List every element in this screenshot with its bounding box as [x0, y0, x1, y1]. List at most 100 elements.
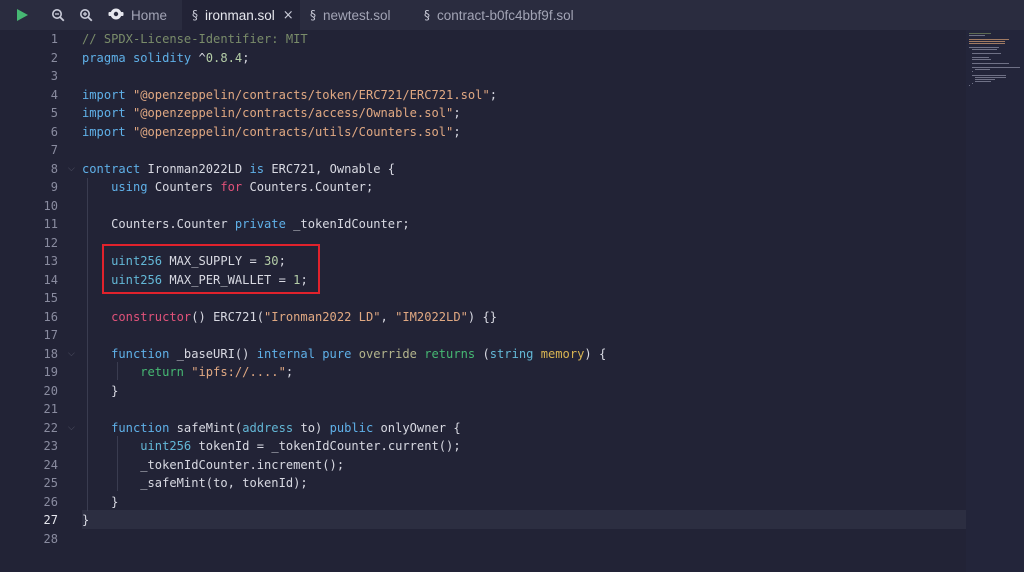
- file-icon: §: [310, 8, 316, 22]
- code-token: ERC721: [271, 161, 315, 176]
- fold-chevron-icon[interactable]: ⌵: [68, 345, 76, 364]
- tab-home[interactable]: Home: [100, 0, 182, 30]
- minimap-line: [975, 69, 991, 70]
- zoom-out-button[interactable]: [44, 0, 72, 30]
- minimap-line: [969, 41, 1006, 42]
- code-token: }: [82, 494, 119, 509]
- run-button[interactable]: [0, 0, 44, 30]
- code-token: Ownable: [329, 161, 381, 176]
- code-line[interactable]: uint256 tokenId = _tokenIdCounter.curren…: [82, 437, 461, 456]
- line-number: 5: [50, 106, 58, 120]
- code-line[interactable]: constructor() ERC721("Ironman2022 LD", "…: [82, 308, 497, 327]
- code-line[interactable]: }: [82, 493, 118, 512]
- minimap-line: [972, 53, 1001, 54]
- code-line[interactable]: }: [82, 382, 118, 401]
- code-line[interactable]: using Counters for Counters.Counter;: [82, 178, 373, 197]
- code-line[interactable]: function _baseURI() internal pure overri…: [82, 345, 606, 364]
- minimap-line: [975, 81, 992, 82]
- zoom-in-icon: [80, 9, 93, 22]
- line-number: 17: [43, 328, 58, 342]
- code-token: address: [242, 420, 294, 435]
- code-token: returns: [424, 346, 476, 361]
- code-line[interactable]: // SPDX-License-Identifier: MIT: [82, 30, 308, 49]
- code-token: (: [475, 346, 490, 361]
- line-number: 24: [43, 457, 58, 472]
- code-token: 0.8.4: [205, 50, 243, 65]
- code-line[interactable]: contract Ironman2022LD is ERC721, Ownabl…: [82, 160, 395, 179]
- line-number: 25: [43, 476, 58, 490]
- code-token: ();: [438, 439, 461, 453]
- tab-contract-sol[interactable]: § contract-b0fc4bbf9f.sol: [416, 0, 584, 30]
- line-number: 20: [43, 383, 58, 398]
- fold-chevron-icon[interactable]: ⌵: [68, 160, 76, 179]
- code-token: Counter: [176, 217, 228, 231]
- tab-ironman-sol[interactable]: § ironman.sol ×: [182, 0, 300, 30]
- code-line[interactable]: }: [82, 511, 89, 530]
- code-token: ^: [191, 50, 206, 65]
- minimap-line: [972, 71, 973, 72]
- code-token: }: [82, 513, 90, 527]
- code-line[interactable]: _safeMint(to, tokenId);: [82, 474, 308, 493]
- code-line[interactable]: import "@openzeppelin/contracts/utils/Co…: [82, 123, 461, 142]
- code-token: function: [111, 420, 170, 435]
- code-token: (): [234, 346, 257, 361]
- line-number: 1: [50, 32, 58, 46]
- code-line[interactable]: Counters.Counter private _tokenIdCounter…: [82, 215, 410, 234]
- tab-label: ironman.sol: [205, 7, 275, 23]
- tab-label: contract-b0fc4bbf9f.sol: [437, 7, 574, 23]
- code-token: pure: [322, 346, 352, 361]
- code-token: _safeMint: [140, 476, 206, 490]
- fold-chevron-icon[interactable]: ⌵: [68, 419, 76, 438]
- code-token: ;: [285, 365, 294, 379]
- code-line[interactable]: import "@openzeppelin/contracts/access/O…: [82, 104, 461, 123]
- code-token: Ironman2022LD: [147, 161, 243, 176]
- code-token: tokenId: [198, 439, 250, 453]
- code-token: "Ironman2022 LD": [264, 309, 381, 324]
- code-token: _baseURI: [176, 346, 235, 361]
- code-token: onlyOwner: [380, 420, 447, 435]
- code-token: _tokenIdCounter: [271, 439, 381, 453]
- tab-newtest-sol[interactable]: § newtest.sol: [300, 0, 416, 30]
- code-line[interactable]: pragma solidity ^0.8.4;: [82, 49, 249, 68]
- minimap[interactable]: [966, 30, 1024, 572]
- code-line[interactable]: function safeMint(address to) public onl…: [82, 419, 461, 438]
- code-token: override: [358, 346, 417, 361]
- code-token: to: [213, 476, 228, 490]
- code-token: to: [300, 420, 315, 435]
- line-number-current: 27: [43, 513, 58, 527]
- code-token: );: [293, 476, 308, 490]
- close-icon[interactable]: ×: [283, 8, 294, 23]
- code-editor[interactable]: 1 2 3 4 5 6 7 8 9 10 11 12 13 14 15 16 1…: [0, 30, 966, 572]
- zoom-in-button[interactable]: [72, 0, 100, 30]
- minimap-line: [969, 39, 1009, 40]
- file-icon: §: [192, 8, 198, 22]
- code-line[interactable]: return "ipfs://....";: [82, 363, 293, 382]
- code-token: ): [315, 420, 330, 435]
- current-line-highlight: [82, 510, 966, 529]
- code-line[interactable]: _tokenIdCounter.increment();: [82, 456, 344, 475]
- minimap-line: [972, 75, 1006, 76]
- code-token: ;: [489, 87, 498, 102]
- code-token: function: [111, 346, 170, 361]
- minimap-line: [972, 57, 989, 58]
- play-icon: [17, 9, 28, 21]
- code-token: import: [82, 106, 126, 120]
- code-line[interactable]: import "@openzeppelin/contracts/token/ER…: [82, 86, 497, 105]
- code-token: uint256: [140, 439, 192, 453]
- code-token: private: [234, 217, 286, 231]
- code-token: ;: [453, 124, 461, 139]
- code-token: =: [249, 439, 272, 453]
- minimap-line: [969, 85, 970, 86]
